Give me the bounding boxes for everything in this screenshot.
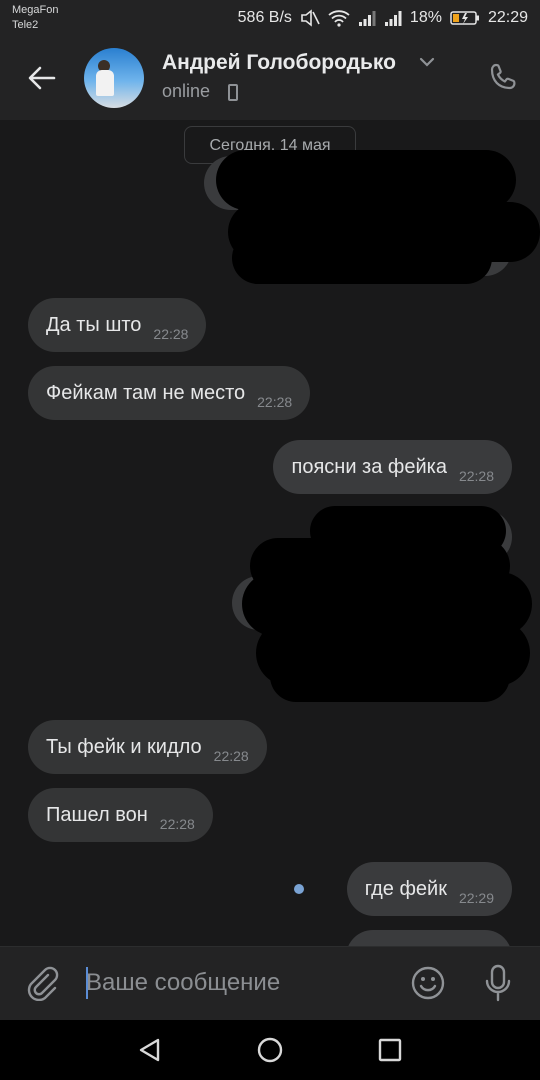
microphone-icon[interactable]: [482, 963, 514, 1003]
redaction-scribble: [216, 150, 516, 210]
back-button[interactable]: [22, 60, 62, 96]
network-speed: 586 B/s: [237, 9, 292, 26]
system-nav-bar: [0, 1020, 540, 1080]
smiley-icon[interactable]: [410, 965, 446, 1001]
chat-header: Андрей Голобородько online: [0, 36, 540, 120]
message-list[interactable]: Сегодня, 14 мая Да ты што 22:28 Фейкам т…: [0, 120, 540, 946]
redaction-scribble: [232, 232, 492, 284]
phone-icon[interactable]: [488, 62, 518, 92]
message-bubble-out[interactable]: поясни за фейка 22:28: [273, 440, 512, 494]
contact-name[interactable]: Андрей Голобородько: [162, 51, 396, 75]
signal-icon: [358, 11, 376, 26]
message-time: 22:28: [458, 468, 494, 484]
status-bar: MegaFon Tele2 586 B/s 18% 22:29: [0, 0, 540, 36]
message-text: Фейкам там не место: [46, 381, 246, 404]
message-composer: [0, 946, 540, 1020]
contact-status: online: [162, 81, 211, 101]
mobile-phone-icon: [228, 84, 238, 101]
wifi-icon: [328, 10, 350, 27]
message-bubble-in[interactable]: Да ты што 22:28: [28, 298, 207, 352]
message-time: 22:28: [159, 816, 195, 832]
redaction-scribble: [270, 650, 510, 702]
message-time: 22:28: [153, 326, 189, 342]
triangle-back-icon[interactable]: [136, 1036, 164, 1064]
paperclip-icon[interactable]: [24, 965, 60, 1001]
message-bubble-out-partial[interactable]: [346, 930, 512, 946]
message-time: 22:29: [458, 890, 494, 906]
chevron-down-icon[interactable]: [418, 56, 436, 68]
message-input[interactable]: [86, 961, 386, 1005]
carrier-name-2: Tele2: [12, 19, 39, 31]
message-bubble-out[interactable]: где фейк 22:29: [346, 862, 512, 916]
message-bubble-in[interactable]: Фейкам там не место 22:28: [28, 366, 311, 420]
arrow-left-icon: [28, 66, 56, 90]
carrier-name-1: MegaFon: [12, 4, 59, 16]
signal-icon-2: [384, 11, 402, 26]
circle-home-icon[interactable]: [256, 1036, 284, 1064]
message-bubble-in[interactable]: Ты фейк и кидло 22:28: [28, 720, 267, 774]
message-text: где фейк: [364, 877, 447, 900]
clock: 22:29: [487, 9, 528, 26]
avatar[interactable]: [84, 48, 144, 108]
battery-icon: [450, 11, 479, 25]
message-text: поясни за фейка: [291, 455, 447, 478]
mute-icon: [301, 9, 320, 27]
message-text: Да ты што: [46, 313, 142, 336]
unread-indicator: [294, 884, 304, 894]
message-bubble-in[interactable]: Пашел вон 22:28: [28, 788, 213, 842]
message-text: Пашел вон: [46, 803, 148, 826]
message-text: Ты фейк и кидло: [46, 735, 202, 758]
battery-percent: 18%: [409, 9, 442, 26]
message-time: 22:28: [213, 748, 249, 764]
square-recents-icon[interactable]: [378, 1038, 402, 1062]
message-time: 22:28: [257, 394, 293, 410]
